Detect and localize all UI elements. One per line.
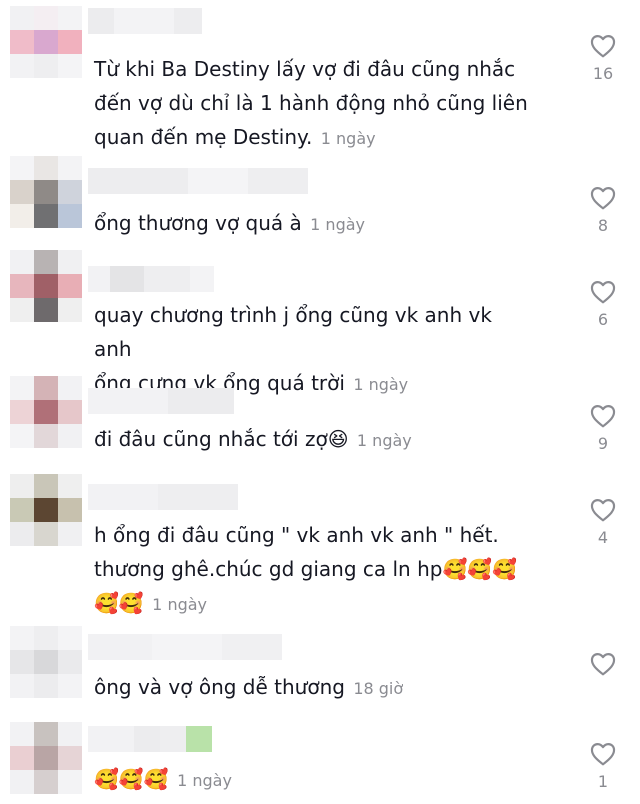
comment-line: thương ghê.chúc gd giang ca ln hp🥰🥰🥰 — [94, 557, 518, 581]
username-blurred[interactable] — [88, 266, 214, 292]
heart-outline-icon — [590, 187, 616, 210]
comment-time: 1 ngày — [356, 431, 412, 450]
like-button[interactable]: 9 — [586, 404, 620, 454]
comment-time: 1 ngày — [353, 375, 409, 394]
comment-line: ông và vợ ông dễ thương — [94, 675, 345, 699]
avatar[interactable] — [10, 474, 82, 546]
like-count: 8 — [597, 216, 609, 235]
comment-time: 18 giờ — [353, 679, 404, 698]
heart-outline-icon — [590, 281, 616, 304]
emoji: 🥰🥰 — [94, 591, 144, 615]
like-button[interactable]: 6 — [586, 280, 620, 330]
comment-line: quan đến mẹ Destiny. — [94, 125, 313, 149]
emoji: 🥰🥰🥰 — [94, 767, 169, 791]
comment-line: đến vợ dù chỉ là 1 hành động nhỏ cũng li… — [94, 91, 528, 115]
avatar[interactable] — [10, 156, 82, 228]
heart-outline-icon — [590, 743, 616, 766]
heart-outline-icon — [590, 653, 616, 676]
like-count: 16 — [592, 64, 614, 83]
like-button[interactable] — [586, 652, 620, 676]
username-blurred[interactable] — [88, 484, 238, 510]
comment-time: 1 ngày — [177, 771, 232, 790]
comment-text: h ổng đi đâu cũng " vk anh vk anh " hết.… — [94, 518, 534, 622]
like-button[interactable]: 16 — [586, 34, 620, 84]
avatar[interactable] — [10, 626, 82, 698]
avatar[interactable] — [10, 376, 82, 448]
like-button[interactable]: 1 — [586, 742, 620, 792]
like-count: 1 — [597, 772, 609, 791]
comment-text: 🥰🥰🥰 1 ngày — [94, 762, 534, 798]
like-button[interactable]: 8 — [586, 186, 620, 236]
comment-line: Từ khi Ba Destiny lấy vợ đi đâu cũng nhắ… — [94, 57, 516, 81]
comment-time: 1 ngày — [310, 215, 365, 234]
heart-outline-icon — [590, 35, 616, 58]
username-blurred[interactable] — [88, 8, 202, 34]
comment-text: ổng thương vợ quá à 1 ngày — [94, 206, 534, 242]
comment-line: quay chương trình j ổng cũng vk anh vk a… — [94, 303, 492, 361]
username-blurred[interactable] — [88, 634, 282, 660]
comment-line: đi đâu cũng nhắc tới zợ — [94, 427, 328, 451]
comment-text: đi đâu cũng nhắc tới zợ😆 1 ngày — [94, 422, 534, 458]
username-blurred[interactable] — [88, 388, 234, 414]
like-count: 9 — [597, 434, 609, 453]
comment-time: 1 ngày — [152, 595, 208, 614]
like-button[interactable]: 4 — [586, 498, 620, 548]
like-count: 4 — [597, 528, 609, 547]
avatar[interactable] — [10, 250, 82, 322]
comment-time: 1 ngày — [320, 129, 376, 148]
username-blurred[interactable] — [88, 168, 308, 194]
comment-line: ổng thương vợ quá à — [94, 211, 302, 235]
username-blurred[interactable] — [88, 726, 212, 752]
comment-text: ông và vợ ông dễ thương 18 giờ — [94, 670, 534, 706]
emoji: 😆 — [327, 427, 349, 451]
comment-text: Từ khi Ba Destiny lấy vợ đi đâu cũng nhắ… — [94, 52, 534, 156]
avatar[interactable] — [10, 6, 82, 78]
heart-outline-icon — [590, 405, 616, 428]
heart-outline-icon — [590, 499, 616, 522]
like-count: 6 — [597, 310, 609, 329]
avatar[interactable] — [10, 722, 82, 794]
comment-text: quay chương trình j ổng cũng vk anh vk a… — [94, 298, 534, 402]
comment-line: h ổng đi đâu cũng " vk anh vk anh " hết. — [94, 523, 499, 547]
